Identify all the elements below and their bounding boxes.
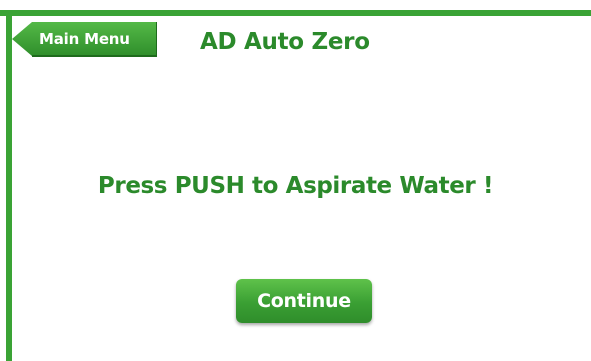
page-title: AD Auto Zero <box>200 29 370 55</box>
frame-top-border <box>0 10 591 16</box>
main-menu-label: Main Menu <box>39 30 130 48</box>
continue-label: Continue <box>257 290 351 312</box>
continue-button[interactable]: Continue <box>236 279 372 323</box>
instruction-text: Press PUSH to Aspirate Water ! <box>97 173 494 199</box>
screen: Main Menu AD Auto Zero Press PUSH to Asp… <box>0 0 591 361</box>
main-menu-button[interactable]: Main Menu <box>12 22 157 58</box>
